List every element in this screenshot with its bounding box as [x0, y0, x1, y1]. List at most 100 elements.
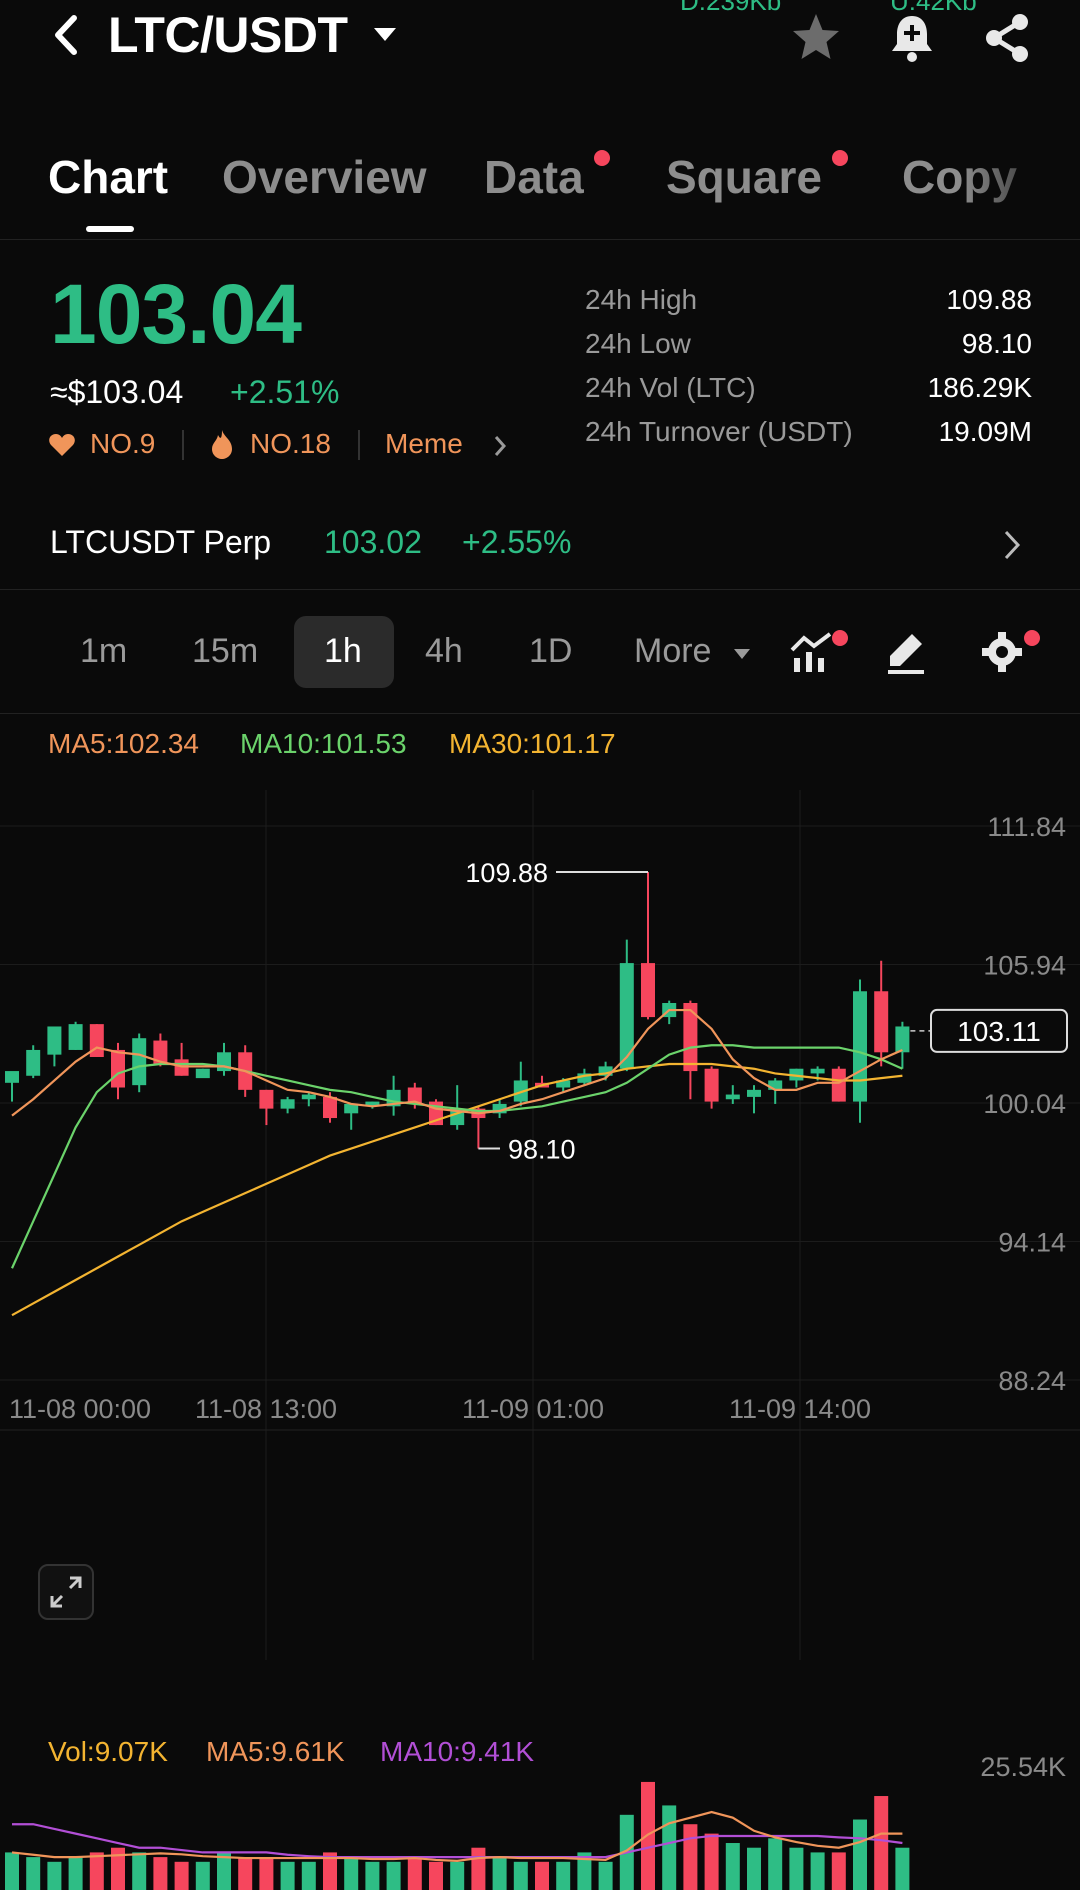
caret-down-icon[interactable]	[372, 26, 398, 44]
volume-bar	[47, 1861, 62, 1890]
candle-body	[853, 991, 867, 1102]
indicators-icon[interactable]	[788, 628, 836, 676]
interval-1d[interactable]: 1D	[529, 632, 572, 671]
ma5-value: MA5:102.34	[48, 728, 199, 759]
stat-value-volume: 186.29K	[927, 372, 1032, 403]
perp-price: 103.02	[324, 524, 422, 560]
candle-body	[747, 1089, 761, 1097]
volume-bar	[89, 1852, 104, 1890]
expand-icon	[50, 1576, 82, 1608]
stat-value-low: 98.10	[961, 328, 1032, 359]
settings-notification-dot	[1024, 630, 1040, 646]
candle-body	[26, 1049, 41, 1076]
volume-bar	[556, 1861, 571, 1890]
tab-square[interactable]: Square	[666, 150, 822, 204]
volume-bar	[26, 1857, 41, 1890]
settings-gear-icon[interactable]	[978, 628, 1026, 676]
volume-bar	[68, 1857, 83, 1890]
volume-bar	[195, 1861, 210, 1890]
share-icon[interactable]	[980, 10, 1036, 66]
volume-bar	[280, 1861, 295, 1890]
volume-bar	[853, 1819, 867, 1890]
current-price-value: 103.11	[957, 1016, 1041, 1047]
stat-label-high: 24h High	[585, 284, 698, 315]
volume-bar	[174, 1861, 189, 1890]
volume-bar	[513, 1861, 528, 1890]
volume-ma10-value: MA10:9.41K	[380, 1736, 535, 1767]
perp-contract-row[interactable]: LTCUSDT Perp 103.02 +2.55%	[0, 510, 1080, 590]
price-alert-bell-icon[interactable]	[884, 10, 940, 66]
volume-ma5-value: MA5:9.61K	[206, 1736, 345, 1767]
candle-body	[874, 991, 889, 1053]
draw-tool-icon[interactable]	[882, 628, 930, 676]
interval-1h[interactable]: 1h	[324, 632, 362, 671]
volume-bar	[662, 1805, 677, 1890]
back-arrow-icon[interactable]	[46, 12, 86, 58]
price-axis-label: 88.24	[998, 1366, 1066, 1396]
main-tabs: Chart Overview Data Square Copy	[0, 140, 1080, 240]
star-icon[interactable]	[788, 10, 844, 66]
perp-name: LTCUSDT Perp	[50, 524, 272, 560]
volume-bar	[895, 1847, 910, 1890]
candle-body	[195, 1068, 210, 1079]
candle-body	[619, 963, 634, 1069]
interval-bar: 1m 15m 1h 4h 1D More	[0, 606, 1080, 714]
interval-more[interactable]: More	[634, 632, 711, 671]
tab-data-notification-dot	[594, 150, 610, 166]
tabs-fade-overlay	[960, 140, 1080, 220]
tab-data[interactable]: Data	[484, 150, 584, 204]
divider	[182, 430, 184, 460]
volume-bar	[704, 1833, 719, 1890]
price-change-percent: +2.51%	[230, 374, 340, 410]
volume-bar	[492, 1857, 507, 1890]
volume-value: Vol:9.07K	[48, 1736, 168, 1767]
price-axis-label: 100.04	[983, 1089, 1066, 1119]
tab-overview[interactable]: Overview	[222, 150, 427, 204]
time-axis-label: 11-08 13:00	[195, 1394, 337, 1424]
top-bar: LTC/USDT D:239Kb U:42Kb	[0, 0, 1080, 80]
volume-axis-label: 25.54K	[980, 1752, 1066, 1782]
low-marker-label: 98.10	[508, 1135, 576, 1165]
interval-15m[interactable]: 15m	[192, 632, 258, 671]
pair-title[interactable]: LTC/USDT	[108, 6, 348, 64]
interval-1m[interactable]: 1m	[80, 632, 127, 671]
volume-bar	[789, 1847, 804, 1890]
last-price: 103.04	[50, 267, 302, 361]
tab-chart[interactable]: Chart	[48, 150, 168, 204]
candle-body	[768, 1080, 783, 1090]
candle-body	[725, 1094, 740, 1100]
price-axis-label: 94.14	[998, 1228, 1066, 1258]
volume-bar	[768, 1838, 783, 1890]
volume-bar	[344, 1857, 359, 1890]
usd-price: ≈$103.04	[50, 374, 184, 410]
interval-4h[interactable]: 4h	[425, 632, 463, 671]
volume-bar	[132, 1852, 147, 1890]
download-speed: D:239Kb	[680, 0, 782, 16]
volume-bar	[683, 1824, 698, 1890]
volume-bar	[429, 1861, 443, 1890]
price-axis-label: 105.94	[983, 951, 1066, 981]
candle-body	[174, 1059, 189, 1076]
candle-body	[132, 1038, 147, 1086]
fullscreen-button[interactable]	[38, 1564, 94, 1620]
caret-down-icon[interactable]	[733, 648, 751, 660]
category-tag[interactable]: Meme	[385, 428, 463, 460]
volume-bar	[450, 1861, 465, 1890]
heart-rank-icon	[49, 434, 75, 456]
time-axis-label: 11-09 14:00	[729, 1394, 871, 1424]
ma10-value: MA10:101.53	[240, 728, 407, 759]
price-axis-label: 111.84	[987, 812, 1066, 842]
time-axis-label: 11-08 00:00	[9, 1394, 151, 1424]
candle-body	[111, 1049, 125, 1088]
candle-body	[5, 1071, 19, 1083]
candle-body	[68, 1024, 83, 1050]
candlestick-chart[interactable]: 111.84 105.94 100.04 94.14 88.24 11-08 00:00 1…	[0, 790, 1080, 1890]
rank-badge-1[interactable]: NO.9	[90, 428, 155, 460]
flame-icon	[212, 430, 232, 459]
divider	[358, 430, 360, 460]
candle-body	[259, 1089, 274, 1109]
time-axis-label: 11-09 01:00	[462, 1394, 604, 1424]
rank-badge-2[interactable]: NO.18	[250, 428, 331, 460]
stat-label-volume: 24h Vol (LTC)	[585, 372, 756, 403]
chevron-right-icon[interactable]	[492, 434, 508, 458]
